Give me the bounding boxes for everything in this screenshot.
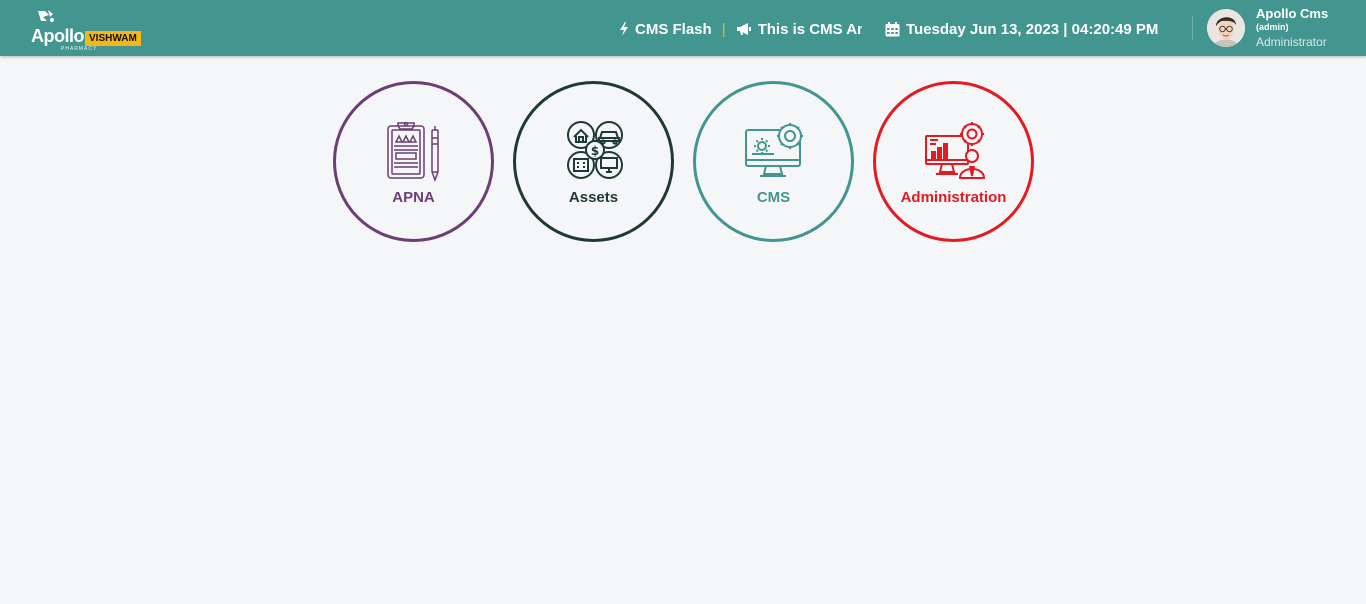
current-datetime: Tuesday Jun 13, 2023 | 04:20:49 PM [885, 19, 1158, 39]
bolt-icon [620, 22, 628, 36]
module-label-administration: Administration [900, 189, 1007, 206]
module-tiles: APNA $ Assets CMS Administration [332, 81, 1036, 243]
module-tile-apna[interactable]: APNA [333, 81, 494, 242]
module-tile-cms[interactable]: CMS [693, 81, 854, 242]
apollo-logo[interactable]: Apollo PHARMACY VISHWAM [30, 6, 145, 52]
user-role: Administrator [1256, 35, 1327, 49]
logo-subtitle: PHARMACY [61, 46, 98, 52]
flash-message: This is CMS Announcement [757, 20, 862, 38]
datetime-text: Tuesday Jun 13, 2023 | 04:20:49 PM [906, 20, 1159, 38]
admin-dashboard-icon [925, 122, 986, 179]
header-divider [1192, 16, 1193, 40]
module-label-assets: Assets [568, 189, 619, 206]
module-tile-assets[interactable]: $ Assets [513, 81, 674, 242]
user-avatar[interactable] [1207, 9, 1245, 47]
flash-marquee: This is CMS Announcement [758, 21, 862, 38]
svg-text:$: $ [591, 144, 599, 158]
user-avatar-icon [1207, 9, 1245, 47]
calendar-icon [885, 21, 900, 36]
module-tile-administration[interactable]: Administration [873, 81, 1034, 242]
top-header: Apollo PHARMACY VISHWAM CMS Flash | This… [0, 0, 1366, 56]
logo-word: Apollo [31, 26, 85, 46]
vishwam-badge: VISHWAM [85, 31, 141, 46]
assets-icon: $ [567, 121, 623, 179]
user-profile-menu[interactable]: Apollo Cms (admin) Administrator [1207, 6, 1357, 50]
module-label-cms: CMS [756, 189, 791, 206]
monitor-gears-icon [745, 123, 803, 177]
bullhorn-icon [736, 23, 751, 35]
user-name: Apollo Cms [1256, 6, 1329, 21]
cms-flash-ticker: CMS Flash | This is CMS Announcement [619, 19, 862, 39]
clipboard-checklist-icon [387, 121, 439, 182]
user-id: (admin) [1256, 22, 1289, 32]
flash-title: CMS Flash [635, 20, 712, 38]
flash-separator: | [721, 20, 726, 38]
module-label-apna: APNA [392, 189, 435, 206]
